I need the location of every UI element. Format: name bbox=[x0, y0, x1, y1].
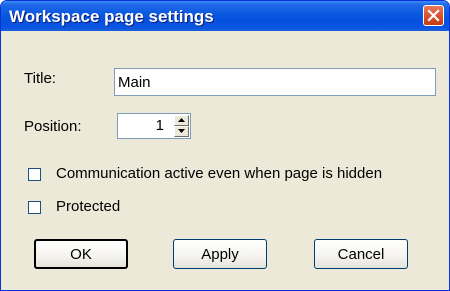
title-label: Title: bbox=[24, 70, 56, 87]
arrow-up-icon bbox=[178, 118, 185, 122]
title-input[interactable] bbox=[115, 69, 435, 95]
title-field-box bbox=[114, 68, 436, 96]
communication-checkbox[interactable] bbox=[28, 168, 41, 181]
protected-checkbox[interactable] bbox=[28, 201, 41, 214]
communication-checkbox-label[interactable]: Communication active even when page is h… bbox=[56, 165, 382, 182]
ok-button[interactable]: OK bbox=[34, 239, 128, 269]
dialog-window: Workspace page settings Title: Position:… bbox=[0, 0, 450, 291]
cancel-button[interactable]: Cancel bbox=[314, 239, 408, 269]
title-bar[interactable]: Workspace page settings bbox=[1, 1, 449, 31]
window-title: Workspace page settings bbox=[9, 7, 214, 26]
spin-up-button[interactable] bbox=[174, 115, 189, 126]
position-label: Position: bbox=[24, 118, 82, 135]
protected-checkbox-label[interactable]: Protected bbox=[56, 198, 120, 215]
position-value[interactable]: 1 bbox=[156, 117, 164, 134]
spinner-buttons bbox=[174, 115, 189, 137]
spin-down-button[interactable] bbox=[174, 126, 189, 137]
dialog-body: Title: Position: 1 Communication active … bbox=[4, 31, 446, 287]
apply-button[interactable]: Apply bbox=[173, 239, 267, 269]
arrow-down-icon bbox=[178, 129, 185, 133]
position-spinner[interactable]: 1 bbox=[117, 113, 191, 139]
close-icon bbox=[427, 9, 440, 22]
close-button[interactable] bbox=[423, 5, 444, 26]
